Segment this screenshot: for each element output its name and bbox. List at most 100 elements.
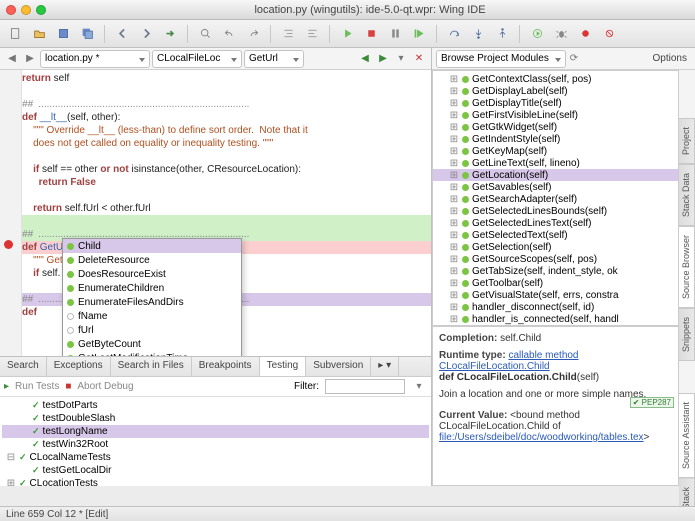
tab-breakpoints[interactable]: Breakpoints [192,357,260,376]
browser-item[interactable]: ⊞GetLineText(self, lineno) [433,157,678,169]
file-select[interactable]: location.py * [40,50,150,68]
browse-mode-select[interactable]: Browse Project Modules [436,50,566,68]
sidetab-stack-data[interactable]: Stack Data [679,164,695,226]
tab-subversion[interactable]: Subversion [306,357,371,376]
completion-item[interactable]: fName [63,309,241,323]
debug-restart-icon[interactable] [410,25,428,43]
redo-icon[interactable] [244,25,262,43]
breakpoint-icon[interactable] [576,25,594,43]
step-into-icon[interactable] [469,25,487,43]
nav-back-icon[interactable]: ◀ [4,51,20,67]
test-tree[interactable]: ✓testDotParts✓testDoubleSlash✓testLongNa… [0,397,431,486]
browser-item[interactable]: ⊞GetSelection(self) [433,241,678,253]
back-icon[interactable] [113,25,131,43]
source-browser-tree[interactable]: ⊞GetContextClass(self, pos)⊞GetDisplayLa… [432,70,679,326]
completion-item[interactable]: Child [63,239,241,253]
expand-icon[interactable]: ⊟ [6,452,16,463]
filter-input[interactable] [325,379,405,394]
dedent-icon[interactable] [303,25,321,43]
browser-item[interactable]: ⊞GetGtkWidget(self) [433,121,678,133]
browser-item[interactable]: ⊞GetSourceScopes(self, pos) [433,253,678,265]
step-over-icon[interactable] [445,25,463,43]
nav-fwd-icon[interactable]: ▶ [22,51,38,67]
expand-icon[interactable]: ⊞ [449,230,459,241]
completion-item[interactable]: EnumerateFilesAndDirs [63,295,241,309]
expand-icon[interactable]: ⊞ [449,302,459,313]
test-item[interactable]: ⊟✓CLocalNameTests [2,451,429,464]
nav-menu-icon[interactable]: ▾ [393,51,409,67]
test-item[interactable]: ✓testDoubleSlash [2,412,429,425]
browser-item[interactable]: ⊞GetSelectedText(self) [433,229,678,241]
browser-item[interactable]: ⊞GetIndentStyle(self) [433,133,678,145]
browser-item[interactable]: ⊞GetSearchAdapter(self) [433,193,678,205]
completion-item[interactable]: DoesResourceExist [63,267,241,281]
expand-icon[interactable]: ⊞ [449,266,459,277]
tab-exceptions[interactable]: Exceptions [47,357,111,376]
expand-icon[interactable]: ⊞ [449,110,459,121]
browser-item[interactable]: ⊞GetSelectedLinesBounds(self) [433,205,678,217]
expand-icon[interactable]: ⊞ [449,122,459,133]
expand-icon[interactable]: ⊞ [449,182,459,193]
tab-search-in-files[interactable]: Search in Files [111,357,192,376]
expand-icon[interactable]: ⊞ [449,170,459,181]
test-item[interactable]: ✓testDotParts [2,399,429,412]
browser-item[interactable]: ⊞GetFirstVisibleLine(self) [433,109,678,121]
completion-item[interactable]: fUrl [63,323,241,337]
debug-pause-icon[interactable] [386,25,404,43]
close-tab-icon[interactable]: ✕ [411,51,427,67]
expand-icon[interactable]: ⊞ [449,86,459,97]
test-item[interactable]: ✓testGetLocalDir [2,464,429,477]
indent-icon[interactable] [279,25,297,43]
gutter[interactable] [0,70,22,356]
expand-icon[interactable]: ⊞ [6,478,16,486]
completion-item[interactable]: EnumerateChildren [63,281,241,295]
options-link[interactable]: Options [653,53,687,64]
debug-start-icon[interactable] [338,25,356,43]
browser-item[interactable]: ⊞GetVisualState(self, errs, constra [433,289,678,301]
panel-menu-icon[interactable]: ▾ [411,379,427,395]
completion-item[interactable]: GetByteCount [63,337,241,351]
close-icon[interactable] [6,5,16,15]
breakpoint-marker[interactable] [4,240,13,249]
test-item[interactable]: ⊞✓CLocationTests [2,477,429,486]
test-item[interactable]: ✓testWin32Root [2,438,429,451]
runtime-type-link[interactable]: callable method [508,350,578,361]
expand-icon[interactable]: ⊞ [449,98,459,109]
autocomplete-popup[interactable]: ChildDeleteResourceDoesResourceExistEnum… [62,238,242,356]
browser-item[interactable]: ⊞GetContextClass(self, pos) [433,73,678,85]
browser-item[interactable]: ⊞GetDisplayLabel(self) [433,85,678,97]
expand-icon[interactable]: ⊞ [449,146,459,157]
nav-next-icon[interactable]: ▶ [375,51,391,67]
expand-icon[interactable]: ⊞ [449,254,459,265]
editor[interactable]: return self ## .........................… [0,70,431,356]
sidetab-project[interactable]: Project [679,118,695,164]
expand-icon[interactable]: ⊞ [449,290,459,301]
save-icon[interactable] [54,25,72,43]
browser-item[interactable]: ⊞GetToolbar(self) [433,277,678,289]
forward-icon[interactable] [137,25,155,43]
bug-icon[interactable] [552,25,570,43]
current-value-link[interactable]: file:/Users/sdeibel/doc/woodworking/tabl… [439,432,644,443]
minimize-icon[interactable] [21,5,31,15]
expand-icon[interactable]: ⊞ [449,242,459,253]
nav-prev-icon[interactable]: ◀ [357,51,373,67]
browser-item[interactable]: ⊞GetLocation(self) [433,169,678,181]
browser-item[interactable]: ⊞GetDisplayTitle(self) [433,97,678,109]
sidetab-snippets[interactable]: Snippets [679,308,695,361]
completion-item[interactable]: DeleteResource [63,253,241,267]
class-link[interactable]: CLocalFileLocation.Child [439,361,550,372]
expand-icon[interactable]: ⊞ [449,158,459,169]
debug-stop-icon[interactable] [362,25,380,43]
browser-item[interactable]: ⊞GetTabSize(self, indent_style, ok [433,265,678,277]
breakpoint-clear-icon[interactable] [600,25,618,43]
expand-icon[interactable]: ⊞ [449,278,459,289]
abort-debug-link[interactable]: Abort Debug [77,381,133,392]
browser-item[interactable]: ⊞GetSelectedLinesText(self) [433,217,678,229]
run-icon[interactable] [528,25,546,43]
expand-icon[interactable]: ⊞ [449,194,459,205]
expand-icon[interactable]: ⊞ [449,206,459,217]
tab-overflow[interactable]: ▸ ▾ [371,357,399,376]
tab-search[interactable]: Search [0,357,47,376]
expand-icon[interactable]: ⊞ [449,314,459,325]
completion-item[interactable]: GetLastModificationTime [63,351,241,356]
